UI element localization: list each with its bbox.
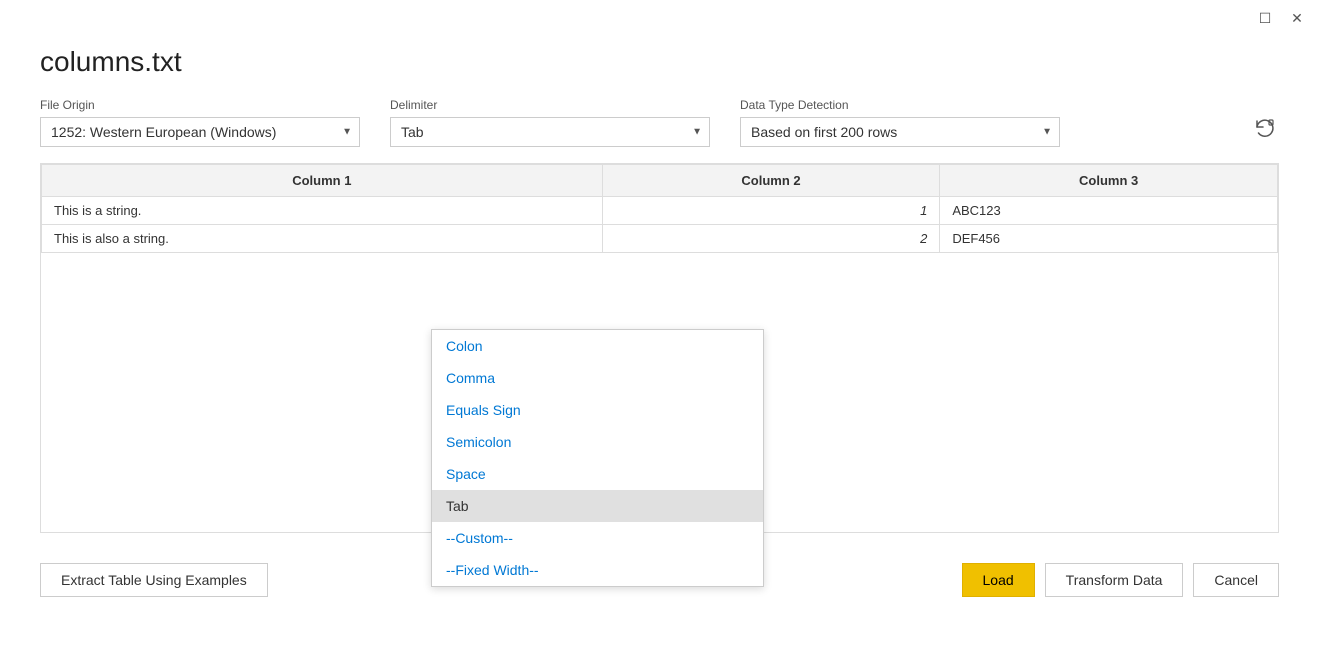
transform-data-button[interactable]: Transform Data <box>1045 563 1184 597</box>
delimiter-option-fixed-width[interactable]: --Fixed Width-- <box>432 554 763 586</box>
delimiter-option-custom[interactable]: --Custom-- <box>432 522 763 554</box>
main-container: columns.txt File Origin 1252: Western Eu… <box>0 36 1319 627</box>
row2-col3: DEF456 <box>940 225 1278 253</box>
file-origin-select-wrapper: 1252: Western European (Windows) ▼ <box>40 117 360 147</box>
col2-header: Column 2 <box>602 165 940 197</box>
data-type-label: Data Type Detection <box>740 98 1060 112</box>
refresh-icon-button[interactable] <box>1249 113 1279 143</box>
delimiter-group: Delimiter Tab ▼ <box>390 98 710 147</box>
row2-col2: 2 <box>602 225 940 253</box>
row1-col1: This is a string. <box>42 197 603 225</box>
load-button[interactable]: Load <box>962 563 1035 597</box>
data-table: Column 1 Column 2 Column 3 This is a str… <box>41 164 1278 253</box>
footer-left: Extract Table Using Examples <box>40 563 268 597</box>
window-title: columns.txt <box>40 46 1279 78</box>
file-origin-group: File Origin 1252: Western European (Wind… <box>40 98 360 147</box>
footer-right: Load Transform Data Cancel <box>962 563 1279 597</box>
minimize-button[interactable]: ☐ <box>1255 8 1275 28</box>
delimiter-option-colon[interactable]: Colon <box>432 330 763 362</box>
col3-header: Column 3 <box>940 165 1278 197</box>
delimiter-option-comma[interactable]: Comma <box>432 362 763 394</box>
delimiter-dropdown: Colon Comma Equals Sign Semicolon Space … <box>431 329 764 587</box>
delimiter-select-wrapper: Tab ▼ <box>390 117 710 147</box>
data-type-select[interactable]: Based on first 200 rows <box>740 117 1060 147</box>
delimiter-option-semicolon[interactable]: Semicolon <box>432 426 763 458</box>
icon-area <box>1249 113 1279 147</box>
file-origin-label: File Origin <box>40 98 360 112</box>
data-preview-area: Column 1 Column 2 Column 3 This is a str… <box>40 163 1279 533</box>
data-type-group: Data Type Detection Based on first 200 r… <box>740 98 1060 147</box>
cancel-button[interactable]: Cancel <box>1193 563 1279 597</box>
data-type-select-wrapper: Based on first 200 rows ▼ <box>740 117 1060 147</box>
delimiter-option-space[interactable]: Space <box>432 458 763 490</box>
close-button[interactable]: ✕ <box>1287 8 1307 28</box>
extract-table-button[interactable]: Extract Table Using Examples <box>40 563 268 597</box>
controls-row: File Origin 1252: Western European (Wind… <box>40 98 1279 147</box>
table-header-row: Column 1 Column 2 Column 3 <box>42 165 1278 197</box>
row1-col2: 1 <box>602 197 940 225</box>
row1-col3: ABC123 <box>940 197 1278 225</box>
row2-col1: This is also a string. <box>42 225 603 253</box>
table-row: This is also a string. 2 DEF456 <box>42 225 1278 253</box>
title-bar: ☐ ✕ <box>0 0 1319 36</box>
delimiter-option-equals[interactable]: Equals Sign <box>432 394 763 426</box>
col1-header: Column 1 <box>42 165 603 197</box>
delimiter-option-tab[interactable]: Tab <box>432 490 763 522</box>
refresh-icon <box>1253 117 1275 139</box>
table-row: This is a string. 1 ABC123 <box>42 197 1278 225</box>
delimiter-select[interactable]: Tab <box>390 117 710 147</box>
file-origin-select[interactable]: 1252: Western European (Windows) <box>40 117 360 147</box>
delimiter-label: Delimiter <box>390 98 710 112</box>
